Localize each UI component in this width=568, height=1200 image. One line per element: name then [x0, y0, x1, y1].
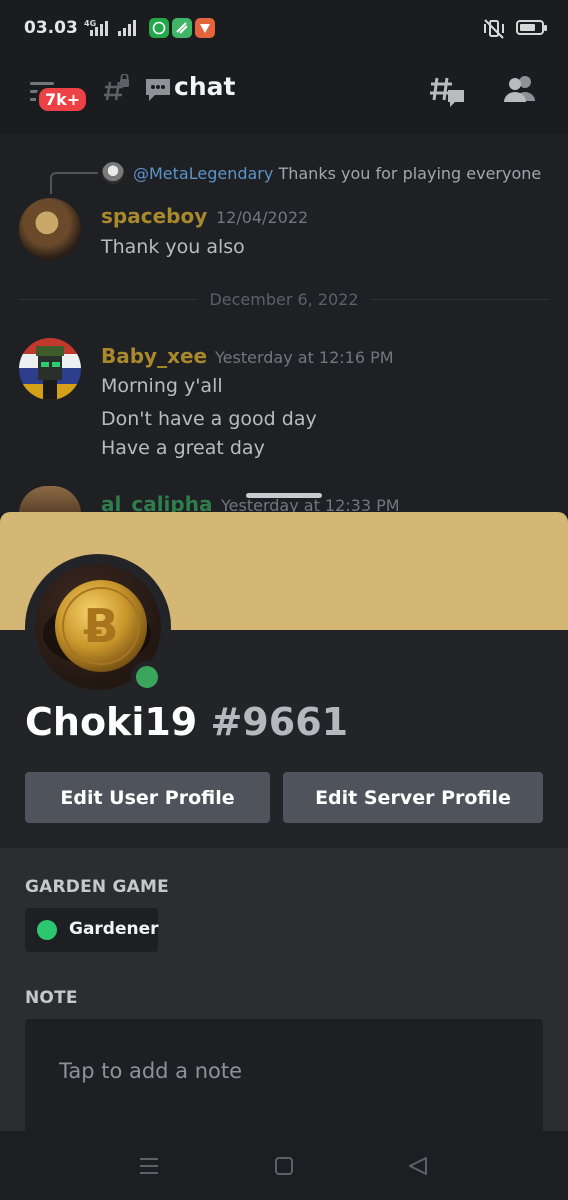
avatar[interactable] — [19, 338, 81, 400]
unread-badge: 7k+ — [36, 85, 90, 114]
timestamp: 12/04/2022 — [216, 208, 309, 227]
username[interactable]: Baby_xee — [101, 344, 207, 368]
note-placeholder: Tap to add a note — [59, 1059, 243, 1083]
reply-avatar[interactable] — [102, 162, 124, 184]
recent-apps-icon[interactable] — [138, 1156, 160, 1176]
channel-name: chat — [174, 72, 236, 101]
timestamp: Yesterday at 12:16 PM — [215, 348, 394, 367]
reply-connector — [50, 172, 98, 194]
username[interactable]: spaceboy — [101, 204, 207, 228]
wifi-signal-icon — [118, 20, 136, 36]
message-text: Have a great day — [101, 437, 265, 459]
locked-channel-icon — [104, 74, 129, 101]
message-text: Morning y'all — [101, 375, 223, 397]
message-text: Thank you also — [101, 236, 245, 258]
profile-name: Choki19 #9661 — [25, 700, 348, 744]
signal-icon: 4G — [84, 19, 108, 36]
avatar[interactable] — [19, 198, 81, 260]
profile-username: Choki19 — [25, 700, 198, 744]
reply-content: Thanks you for playing everyone — [278, 164, 542, 183]
role-chip[interactable]: Gardener — [25, 908, 159, 952]
green-app-icon — [172, 18, 192, 38]
mute-vibrate-icon — [484, 19, 504, 39]
edit-server-profile-button[interactable]: Edit Server Profile — [283, 772, 543, 823]
orange-app-icon — [195, 18, 215, 38]
status-bar: 03.03 4G — [0, 0, 568, 58]
status-time: 03.03 — [24, 18, 78, 38]
profile-discriminator: #9661 — [210, 700, 349, 744]
role-label: Gardener — [69, 919, 159, 939]
green-chat-app-icon — [149, 18, 169, 38]
reply-preview[interactable]: @MetaLegendary Thanks you for playing ev… — [133, 164, 541, 183]
back-icon[interactable] — [406, 1155, 430, 1177]
edit-user-profile-button[interactable]: Edit User Profile — [25, 772, 270, 823]
server-section-title: GARDEN GAME — [25, 877, 169, 897]
note-input[interactable]: Tap to add a note — [25, 1019, 543, 1134]
home-icon[interactable] — [273, 1155, 295, 1177]
role-color-dot — [37, 920, 57, 940]
drag-handle[interactable] — [246, 493, 322, 498]
chat-bubble-icon — [146, 79, 170, 101]
members-icon[interactable] — [502, 74, 538, 104]
system-nav-bar — [0, 1131, 568, 1200]
reply-mention[interactable]: @MetaLegendary — [133, 164, 273, 183]
online-status-indicator — [131, 661, 163, 693]
battery-icon — [516, 20, 547, 35]
message-text: Don't have a good day — [101, 408, 317, 430]
network-type-label: 4G — [84, 19, 96, 28]
note-section-title: NOTE — [25, 988, 78, 1008]
svg-text:Ƀ: Ƀ — [83, 599, 118, 653]
channel-header: 7k+ chat — [0, 58, 568, 135]
date-divider-label: December 6, 2022 — [197, 290, 371, 309]
threads-icon[interactable] — [428, 74, 466, 110]
